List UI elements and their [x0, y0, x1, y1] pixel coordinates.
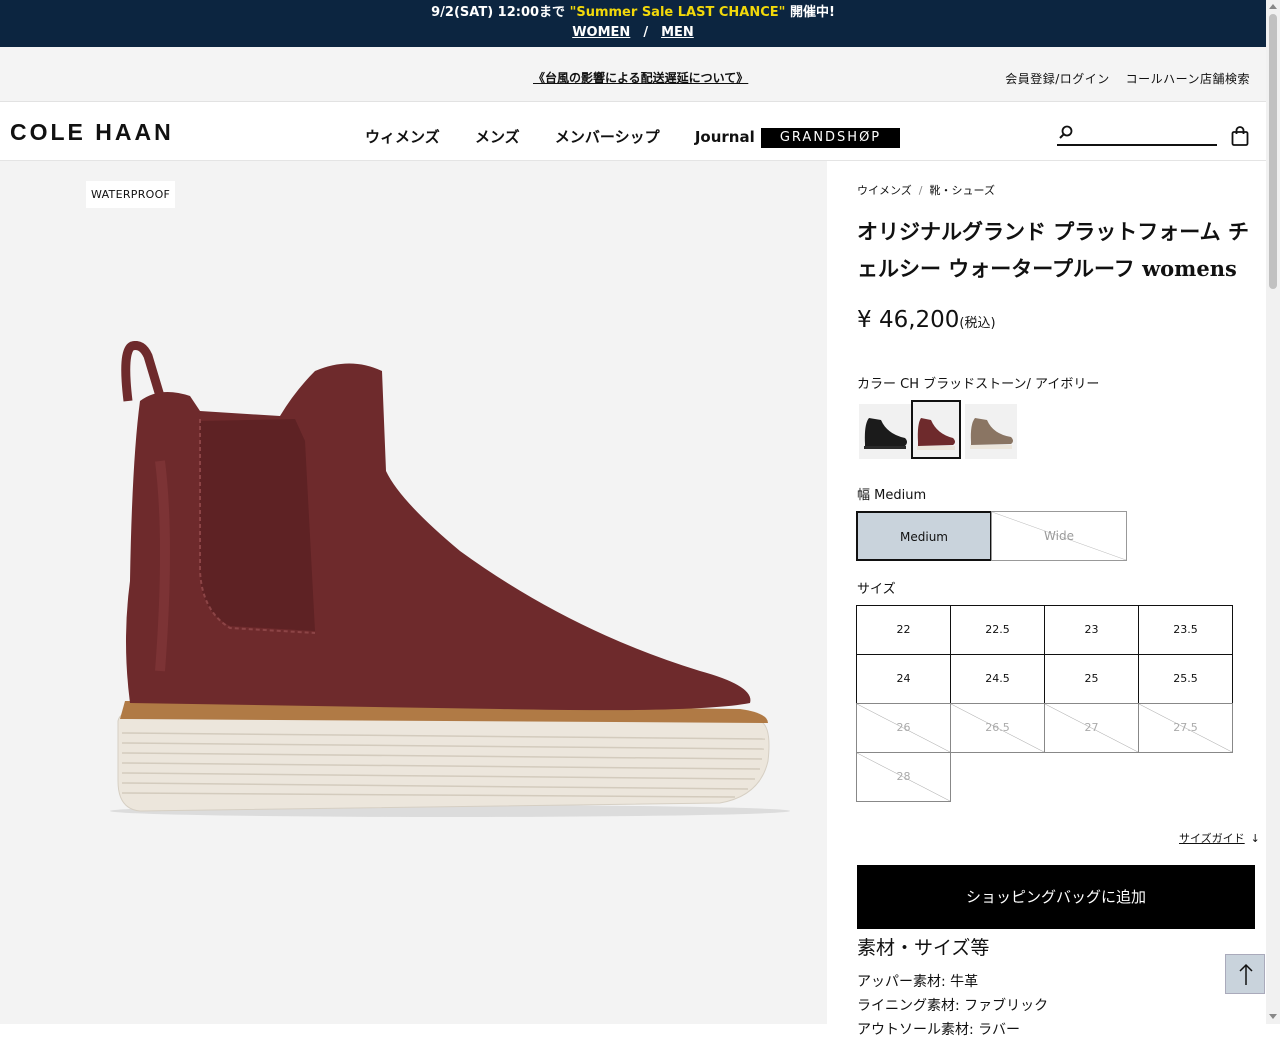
size-button-25-5[interactable]: 25.5 — [1138, 654, 1233, 704]
promo-highlight: "Summer Sale LAST CHANCE" — [569, 5, 786, 20]
spec-heading: 素材・サイズ等 — [857, 937, 990, 959]
add-to-bag-button[interactable]: ショッピングバッグに追加 — [857, 865, 1255, 929]
promo-separator: / — [643, 25, 649, 40]
size-button-22-5[interactable]: 22.5 — [950, 605, 1045, 655]
product-image[interactable] — [100, 341, 790, 821]
nav-membership[interactable]: メンバーシップ — [555, 128, 660, 146]
page-scrollbar[interactable] — [1266, 0, 1280, 1024]
site-header: COLE HAAN ウィメンズ メンズ メンバーシップ Journal GRAN… — [0, 102, 1266, 161]
swatch-bloodstone[interactable] — [911, 400, 961, 459]
search-input[interactable] — [1057, 124, 1217, 146]
spec-list: アッパー素材: 牛革 ライニング素材: ファブリック アウトソール素材: ラバー — [857, 970, 1048, 1042]
swatch-black-image — [864, 418, 907, 449]
size-button-27[interactable]: 27 — [1044, 703, 1139, 753]
size-guide-label: サイズガイド — [1179, 832, 1245, 845]
swatch-taupe[interactable] — [965, 404, 1017, 459]
size-button-23[interactable]: 23 — [1044, 605, 1139, 655]
grandshop-button[interactable]: GRANDSHØP — [761, 128, 900, 148]
promo-text: 9/2(SAT) 12:00まで "Summer Sale LAST CHANC… — [0, 0, 1266, 21]
brand-logo[interactable]: COLE HAAN — [10, 119, 174, 146]
product-price: ¥ 46,200(税込) — [857, 307, 996, 333]
price-tax-note: (税込) — [959, 316, 996, 331]
spec-lining: ライニング素材: ファブリック — [857, 998, 1049, 1014]
product-title: オリジナルグランド プラットフォーム チェルシー ウォータープルーフ women… — [857, 219, 1249, 281]
swatch-taupe-image — [970, 418, 1013, 449]
promo-banner: 9/2(SAT) 12:00まで "Summer Sale LAST CHANC… — [0, 0, 1266, 47]
breadcrumb-separator: / — [918, 184, 923, 197]
scrollbar-thumb[interactable] — [1269, 14, 1277, 289]
size-label: サイズ — [857, 582, 896, 597]
promo-link-men[interactable]: MEN — [661, 25, 694, 40]
size-button-24-5[interactable]: 24.5 — [950, 654, 1045, 704]
nav-mens[interactable]: メンズ — [475, 128, 520, 146]
width-wide-button[interactable]: Wide — [991, 511, 1127, 561]
size-button-24[interactable]: 24 — [856, 654, 951, 704]
back-to-top-button[interactable] — [1225, 954, 1265, 994]
spec-upper: アッパー素材: 牛革 — [857, 974, 979, 990]
utility-links: 会員登録/ログイン コールハーン店舗検索 — [993, 70, 1250, 87]
arrow-down-icon: ↓ — [1250, 832, 1260, 845]
promo-link-women[interactable]: WOMEN — [572, 25, 630, 40]
promo-prefix: 9/2(SAT) 12:00まで — [431, 5, 566, 20]
waterproof-badge: WATERPROOF — [86, 181, 176, 208]
store-search-link[interactable]: コールハーン店舗検索 — [1126, 72, 1250, 86]
price-value: ¥ 46,200 — [857, 307, 960, 333]
size-guide-link[interactable]: サイズガイド ↓ — [1179, 830, 1260, 846]
promo-links: WOMEN / MEN — [0, 25, 1266, 41]
width-label: 幅 Medium — [857, 488, 927, 503]
size-button-22[interactable]: 22 — [856, 605, 951, 655]
arrow-up-icon — [1239, 963, 1253, 985]
size-button-26-5[interactable]: 26.5 — [950, 703, 1045, 753]
scroll-up-arrow[interactable] — [1269, 4, 1277, 9]
product-image-panel: WATERPROOF — [0, 161, 827, 1024]
shopping-bag-icon[interactable] — [1231, 126, 1249, 146]
swatch-black[interactable] — [859, 404, 911, 459]
nav-womens[interactable]: ウィメンズ — [365, 128, 440, 146]
swatch-bloodstone-image — [917, 418, 955, 450]
promo-suffix: 開催中! — [789, 5, 835, 20]
size-button-28[interactable]: 28 — [856, 752, 951, 802]
width-medium-button[interactable]: Medium — [856, 511, 992, 561]
size-button-26[interactable]: 26 — [856, 703, 951, 753]
color-label: カラー CH ブラッドストーン/ アイボリー — [857, 377, 1100, 392]
nav-journal[interactable]: Journal — [695, 128, 755, 146]
breadcrumb-shoes[interactable]: 靴・シューズ — [930, 184, 995, 197]
login-link[interactable]: 会員登録/ログイン — [1005, 72, 1110, 86]
search-icon — [1059, 125, 1073, 139]
size-button-27-5[interactable]: 27.5 — [1138, 703, 1233, 753]
delivery-notice-link[interactable]: 《台風の影響による配送遅延について》 — [533, 69, 748, 86]
product-info-panel: ウイメンズ / 靴・シューズ オリジナルグランド プラットフォーム チェルシー ウォ… — [827, 161, 1266, 1038]
main-nav: ウィメンズ メンズ メンバーシップ Journal — [365, 126, 785, 147]
breadcrumb: ウイメンズ / 靴・シューズ — [857, 182, 995, 198]
breadcrumb-womens[interactable]: ウイメンズ — [857, 184, 912, 197]
scroll-down-arrow[interactable] — [1269, 1014, 1277, 1019]
spec-outsole: アウトソール素材: ラバー — [857, 1022, 1021, 1038]
size-button-23-5[interactable]: 23.5 — [1138, 605, 1233, 655]
size-button-25[interactable]: 25 — [1044, 654, 1139, 704]
utility-bar: 《台風の影響による配送遅延について》 会員登録/ログイン コールハーン店舗検索 — [0, 47, 1266, 102]
